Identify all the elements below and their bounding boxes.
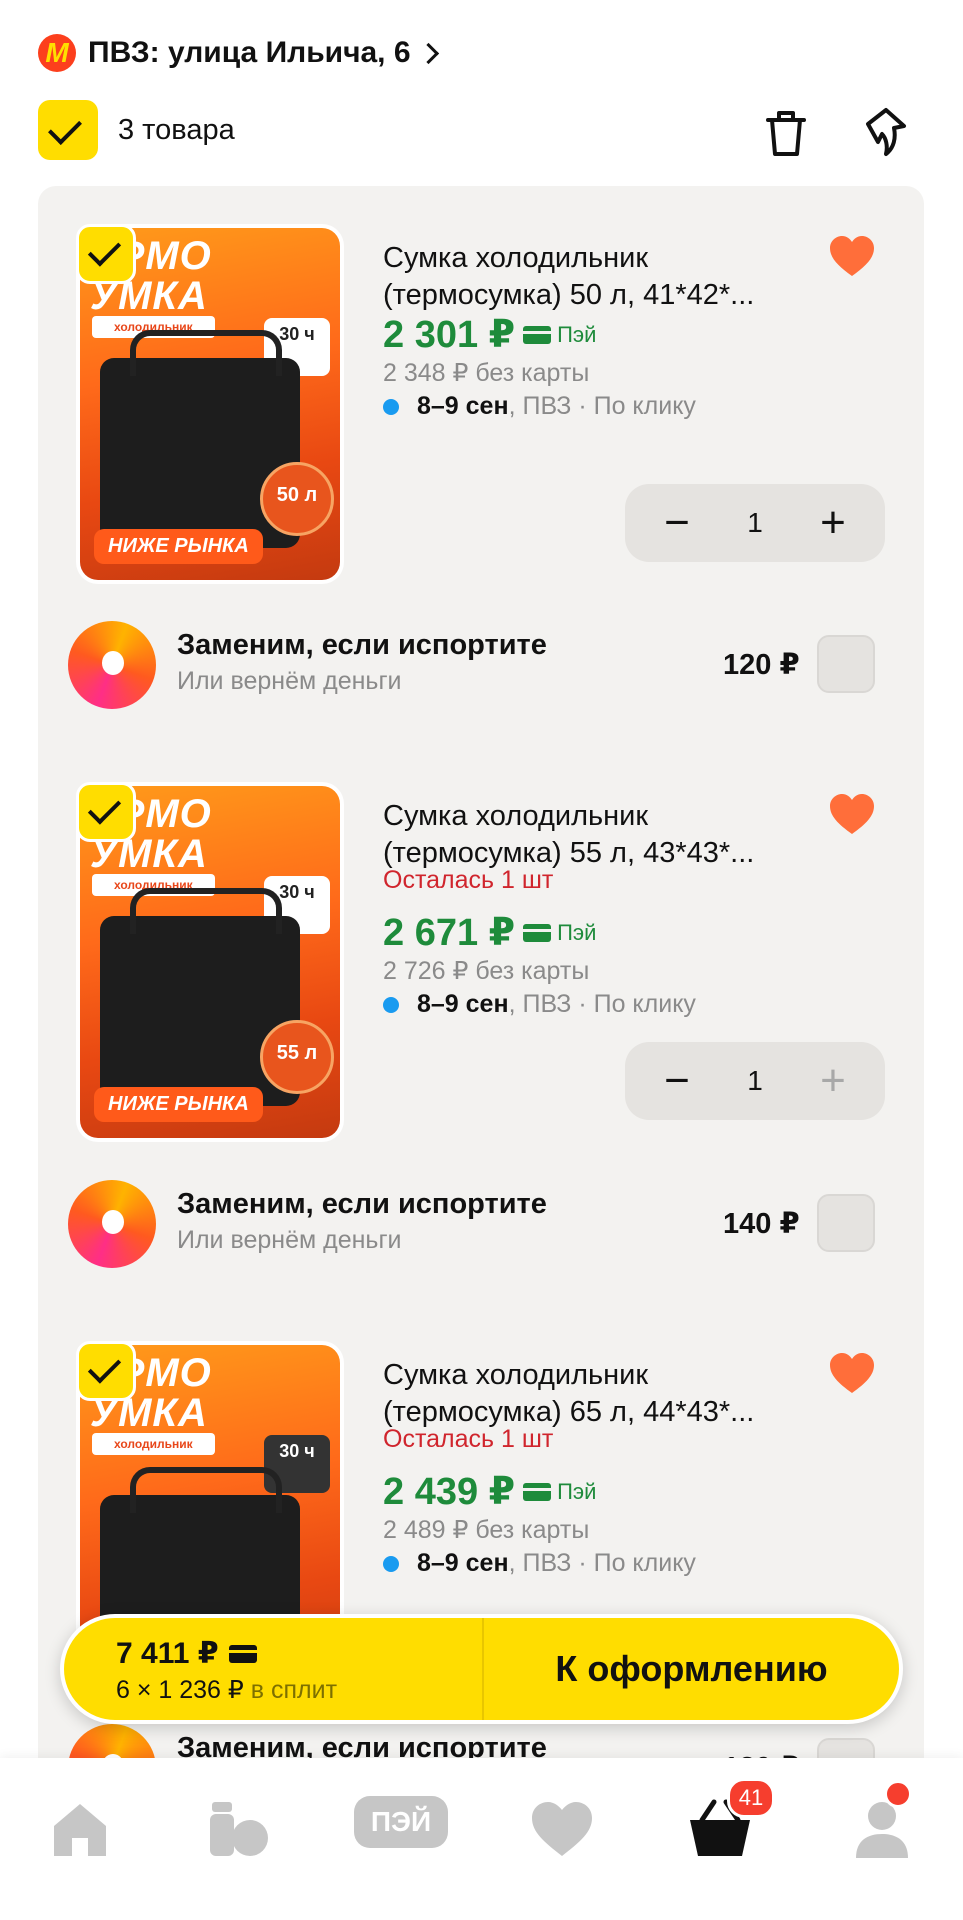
chevron-right-icon <box>417 42 439 64</box>
decrease-button[interactable]: − <box>655 1059 699 1103</box>
insurance-logo-icon <box>68 621 156 709</box>
item-checkbox[interactable] <box>76 782 136 842</box>
price-without-card: 2 348 ₽ без карты <box>383 359 590 387</box>
price-without-card: 2 489 ₽ без карты <box>383 1516 590 1544</box>
insurance-title: Заменим, если испортите <box>177 629 547 661</box>
insurance-price: 140 ₽ <box>723 1208 800 1240</box>
pvz-address: ПВЗ: улица Ильича, 6 <box>88 36 411 69</box>
delivery-place: , ПВЗ · По клику <box>508 990 696 1018</box>
item-checkbox[interactable] <box>76 1341 136 1401</box>
heart-icon[interactable] <box>828 234 876 278</box>
image-promo-tag: НИЖЕ РЫНКА <box>94 1087 263 1122</box>
delivery-place: , ПВЗ · По клику <box>508 1549 696 1577</box>
profile-icon[interactable] <box>842 1794 922 1864</box>
price-line: 2 439 ₽ Пэй <box>383 1469 596 1514</box>
profile-notification-dot <box>884 1780 912 1808</box>
trash-icon[interactable] <box>758 104 814 160</box>
image-volume-badge: 50 л <box>260 462 334 536</box>
increase-button[interactable]: + <box>811 501 855 545</box>
insurance-price: 120 ₽ <box>723 649 800 681</box>
bottom-nav: ПЭЙ 41 <box>0 1758 963 1920</box>
insurance-checkbox[interactable] <box>817 1194 875 1252</box>
item-checkbox[interactable] <box>76 224 136 284</box>
quantity-stepper: − 1 + <box>625 484 885 562</box>
price: 2 301 ₽ <box>383 314 516 356</box>
delivery-info: 8–9 сен , ПВЗ · По клику <box>383 392 696 421</box>
pvz-selector[interactable]: М ПВЗ: улица Ильича, 6 <box>38 30 439 76</box>
split-payment: 6 × 1 236 ₽ <box>116 1676 244 1704</box>
decrease-button[interactable]: − <box>655 501 699 545</box>
increase-button[interactable]: + <box>811 1059 855 1103</box>
checkout-total: 7 411 ₽ <box>116 1637 219 1670</box>
delivery-info: 8–9 сен , ПВЗ · По клику <box>383 990 696 1019</box>
select-all[interactable]: 3 товара <box>38 100 235 160</box>
pay-label: Пэй <box>557 321 597 347</box>
image-promo-tag: НИЖЕ РЫНКА <box>94 529 263 564</box>
home-icon[interactable] <box>40 1794 120 1864</box>
image-volume-badge: 55 л <box>260 1020 334 1094</box>
delivery-info: 8–9 сен , ПВЗ · По клику <box>383 1549 696 1578</box>
cart-badge: 41 <box>727 1778 775 1818</box>
quantity-stepper: − 1 + <box>625 1042 885 1120</box>
insurance-logo-icon <box>68 1180 156 1268</box>
insurance-option: Заменим, если испортите Или вернём деньг… <box>38 611 924 721</box>
quantity-value: 1 <box>747 507 763 538</box>
market-logo-letter: М <box>45 37 69 68</box>
price: 2 671 ₽ <box>383 912 516 954</box>
delivery-place: , ПВЗ · По клику <box>508 392 696 420</box>
delivery-date: 8–9 сен <box>417 1549 509 1577</box>
delivery-date: 8–9 сен <box>417 392 509 420</box>
card-icon <box>523 325 552 344</box>
pay-icon[interactable]: ПЭЙ <box>354 1796 448 1848</box>
stock-warning: Осталась 1 шт <box>383 1425 554 1453</box>
pay-label: Пэй <box>557 1478 597 1504</box>
insurance-checkbox[interactable] <box>817 635 875 693</box>
card-icon <box>523 1482 552 1501</box>
heart-icon[interactable] <box>828 1351 876 1395</box>
stock-warning: Осталась 1 шт <box>383 866 554 894</box>
select-all-checkbox[interactable] <box>38 100 98 160</box>
insurance-option: Заменим, если испортите Или вернём деньг… <box>38 1170 924 1280</box>
card-icon <box>228 1644 257 1663</box>
share-icon[interactable] <box>856 104 912 160</box>
checkout-button[interactable]: К оформлению <box>484 1618 899 1720</box>
insurance-subtitle: Или вернём деньги <box>177 667 402 695</box>
checkout-summary[interactable]: 7 411 ₽ 6 × 1 236 ₽ в сплит <box>64 1618 484 1720</box>
image-subtitle: холодильник <box>92 1433 215 1455</box>
heart-icon[interactable] <box>828 792 876 836</box>
market-logo-icon: М <box>38 34 76 72</box>
insurance-title: Заменим, если испортите <box>177 1188 547 1220</box>
split-label: в сплит <box>250 1676 338 1704</box>
delivery-date: 8–9 сен <box>417 990 509 1018</box>
product-title[interactable]: Сумка холодильник (термосумка) 55 л, 43*… <box>383 798 803 872</box>
checkout-bar[interactable]: 7 411 ₽ 6 × 1 236 ₽ в сплит К оформлению <box>60 1614 903 1724</box>
delivery-dot-icon <box>383 1555 399 1572</box>
delivery-dot-icon <box>383 398 399 415</box>
price: 2 439 ₽ <box>383 1471 516 1513</box>
insurance-subtitle: Или вернём деньги <box>177 1226 402 1254</box>
pay-label: Пэй <box>557 919 597 945</box>
product-title[interactable]: Сумка холодильник (термосумка) 65 л, 44*… <box>383 1357 803 1431</box>
card-icon <box>523 923 552 942</box>
catalog-icon[interactable] <box>200 1794 280 1864</box>
quantity-value: 1 <box>747 1065 763 1096</box>
product-title[interactable]: Сумка холодильник (термосумка) 50 л, 41*… <box>383 240 803 314</box>
select-all-label: 3 товара <box>118 113 235 146</box>
price-line: 2 301 ₽ Пэй <box>383 312 596 357</box>
price-without-card: 2 726 ₽ без карты <box>383 957 590 985</box>
favorites-icon[interactable] <box>522 1794 602 1864</box>
delivery-dot-icon <box>383 996 399 1013</box>
price-line: 2 671 ₽ Пэй <box>383 910 596 955</box>
